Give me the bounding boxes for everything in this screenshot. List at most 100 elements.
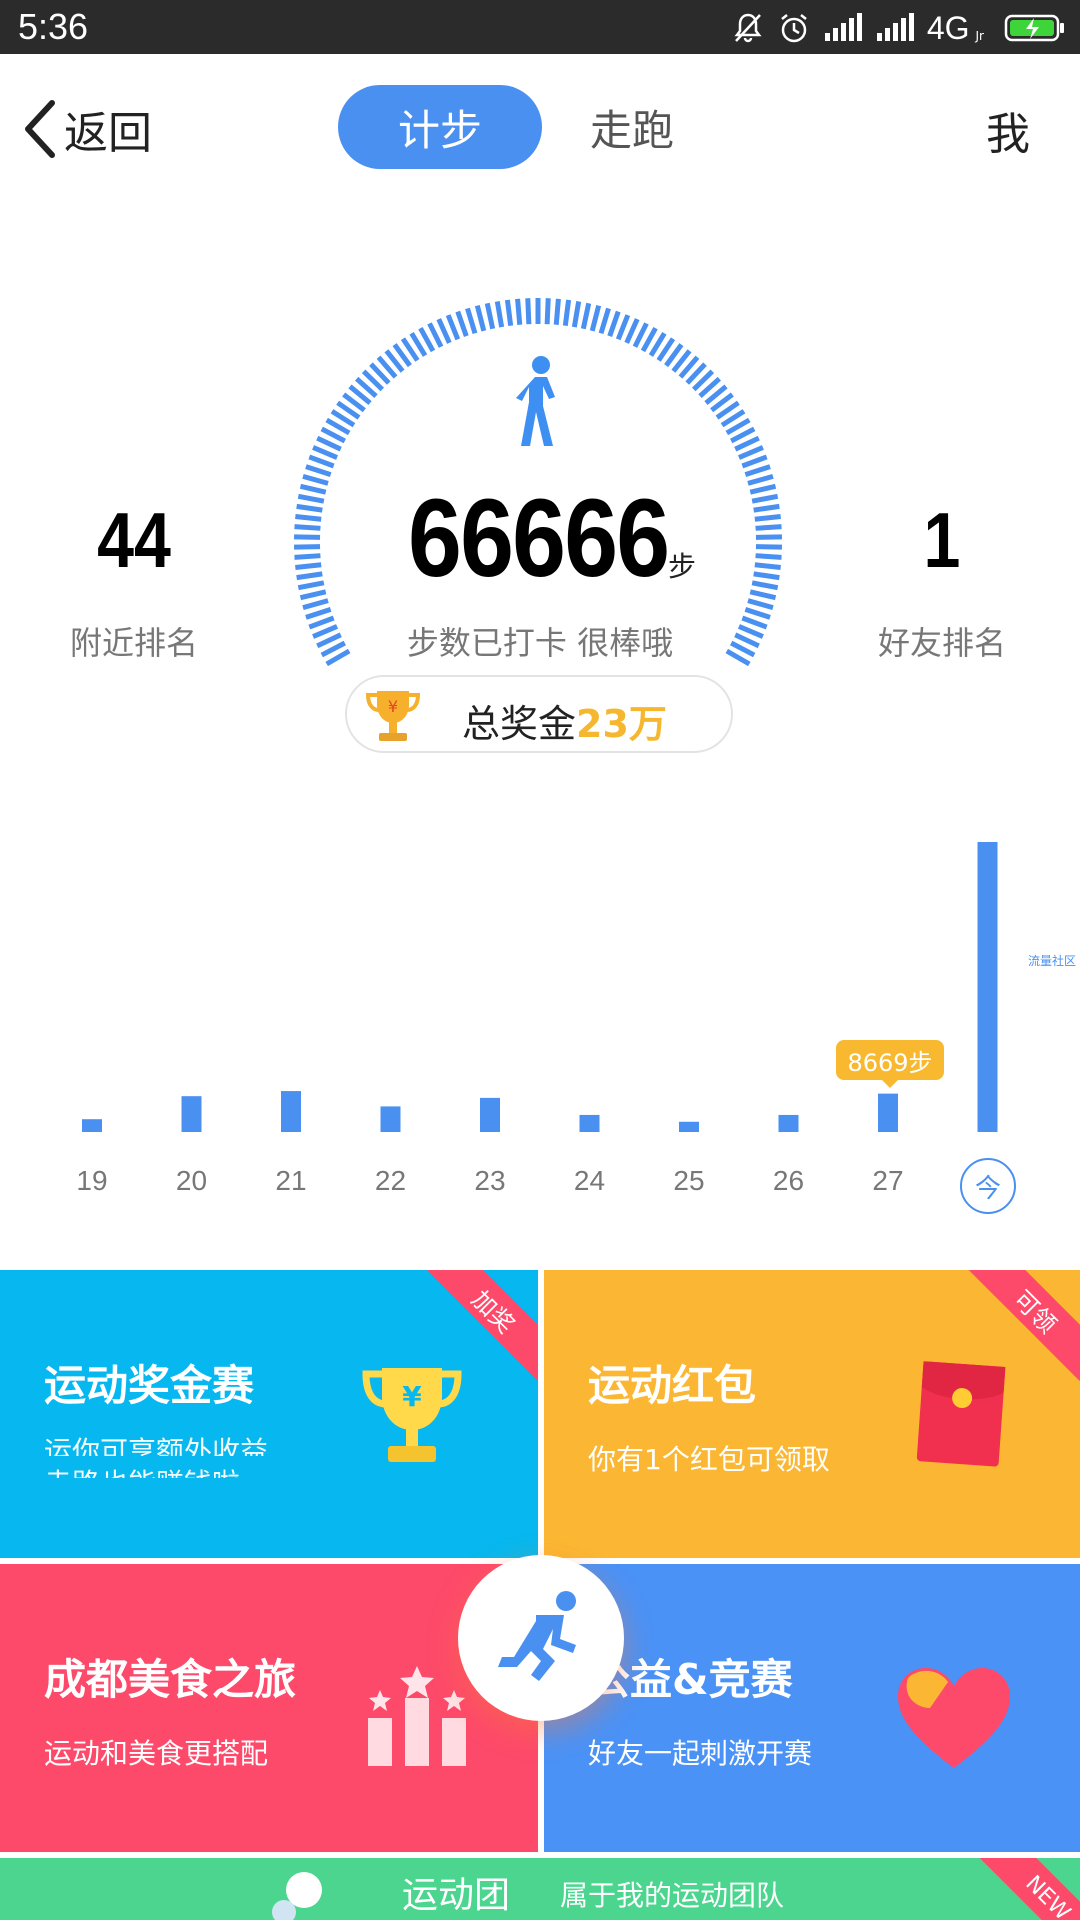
card-subtitle-1: 运你可享额外收益 [44, 1435, 269, 1456]
runner-icon [498, 1591, 576, 1681]
gauge-tick [544, 298, 551, 325]
today-button[interactable]: 今 [960, 1158, 1016, 1214]
gauge-tick [744, 464, 771, 478]
card-ribbon: NEW [977, 1858, 1080, 1920]
gauge-tick [749, 589, 777, 601]
mode-tabs: 计步 走跑 [338, 85, 722, 169]
gauge-tick [436, 318, 452, 344]
chart-bar [82, 1119, 102, 1132]
card-red-packet[interactable]: 可领 运动红包 你有1个红包可领取 [544, 1270, 1080, 1558]
chart-x-label: 24 [574, 1165, 605, 1196]
gauge-tick [302, 473, 329, 486]
gauge-tick [753, 503, 780, 513]
team-icon [272, 1872, 322, 1920]
gauge-tick [747, 598, 774, 611]
chart-bar [778, 1114, 799, 1132]
gauge-tick [737, 624, 764, 639]
chart-x-label: 27 [872, 1165, 903, 1196]
friend-rank-value: 1 [923, 496, 961, 584]
network-type: 4G [926, 9, 970, 46]
gauge-tick [751, 580, 779, 591]
gauge-tick [755, 534, 782, 540]
gauge-tick [305, 606, 332, 620]
chart-canvas: 19 20 21 22 23 24 25 26 27 [76, 842, 998, 1196]
gauge-tick [755, 524, 782, 531]
app-root: 5:36 4G Jr 返回 计步 走跑 我 66666 步 步数已打卡 很棒哦 … [0, 0, 1080, 1920]
tab-walk-run[interactable]: 走跑 [542, 85, 722, 169]
chart-x-label: 25 [673, 1165, 704, 1196]
friend-rank-label: 好友排名 [877, 624, 1006, 662]
chart-bar [977, 842, 998, 1132]
gauge-tick [296, 503, 323, 513]
svg-text:¥: ¥ [388, 697, 398, 716]
gauge-tick [741, 615, 768, 630]
gauge-tick [607, 310, 621, 337]
chart-x-label: 26 [773, 1165, 804, 1196]
gauge-tick [494, 301, 505, 328]
battery-charging-icon [1004, 14, 1064, 42]
nearby-rank-value: 44 [97, 496, 171, 584]
gauge-tick [580, 302, 592, 330]
card-charity-competition[interactable]: 公益&竞赛 好友一起刺激开赛 [544, 1564, 1080, 1852]
gauge-tick [741, 454, 768, 469]
card-subtitle: 你有1个红包可领取 [588, 1443, 830, 1476]
gauge-tick [445, 314, 461, 341]
chart-x-label: 22 [375, 1165, 406, 1196]
gauge-tick [744, 606, 771, 620]
back-button[interactable]: 返回 [20, 94, 152, 164]
card-subtitle: 运动和美食更搭配 [44, 1737, 269, 1770]
chart-bar [878, 1093, 898, 1132]
top-nav: 返回 计步 走跑 我 [0, 54, 1080, 194]
me-button[interactable]: 我 [986, 98, 1030, 162]
mute-bell-icon [734, 13, 762, 43]
gauge-tick [571, 301, 582, 328]
gauge-tick [297, 580, 325, 591]
gauge-tick [299, 589, 327, 601]
gauge-tick [624, 318, 640, 344]
card-sports-team[interactable]: 运动团 属于我的运动团队 NEW [0, 1858, 1080, 1920]
card-title: 运动团 [402, 1875, 511, 1916]
weekly-steps-chart: 19 20 21 22 23 24 25 26 27 [0, 820, 1080, 1240]
prize-prefix: 总奖金 [462, 702, 577, 746]
gauge-tick [589, 305, 602, 332]
chart-x-label: 21 [275, 1165, 306, 1196]
card-chengdu-food-tour[interactable]: 成都美食之旅 运动和美食更搭配 [0, 1564, 538, 1852]
gauge-tick [751, 493, 779, 504]
svg-text:¥: ¥ [402, 1380, 422, 1413]
card-subtitle-2: 走路也能赚钱啦 [44, 1462, 240, 1478]
gauge-tick [504, 299, 514, 327]
step-count: 66666 [408, 477, 670, 600]
network-subtype: Jr [975, 29, 984, 43]
card-bonus-race[interactable]: 加奖 运动奖金赛 运你可享额外收益 走路也能赚钱啦 ¥ [0, 1270, 538, 1558]
gauge-tick [562, 299, 572, 327]
step-unit: 步 [668, 550, 697, 583]
card-title: 运动红包 [588, 1361, 757, 1410]
chart-bar [579, 1114, 600, 1132]
gauge-tick [474, 305, 487, 332]
gauge-tick [484, 302, 496, 330]
trophy-icon: ¥ [365, 691, 421, 741]
podium-stars-icon [368, 1666, 466, 1766]
tab-steps[interactable]: 计步 [338, 85, 542, 169]
status-time: 5:36 [18, 6, 89, 47]
gauge-tick [297, 493, 325, 504]
gauge-tick [747, 473, 774, 486]
signal-icon-2 [876, 13, 914, 41]
gauge-tick [754, 514, 781, 522]
start-run-button[interactable] [458, 1555, 624, 1721]
side-watermark: 流量社区 [1028, 954, 1077, 968]
gauge-tick [294, 553, 321, 560]
gauge-tick [754, 562, 781, 570]
gauge-tick [465, 307, 478, 335]
alarm-icon [781, 14, 807, 43]
back-label: 返回 [64, 108, 152, 159]
gauge-tick [294, 544, 321, 550]
gauge-tick [615, 314, 631, 341]
gauge-tick [553, 298, 561, 325]
status-bar: 5:36 4G Jr [0, 0, 1080, 54]
gauge-tick [737, 445, 764, 460]
card-title: 成都美食之旅 [44, 1655, 297, 1704]
gauge-tick [308, 454, 335, 469]
gauge-tick [302, 598, 329, 611]
prize-pool-button[interactable]: ¥ 总奖金23万 [345, 675, 733, 753]
